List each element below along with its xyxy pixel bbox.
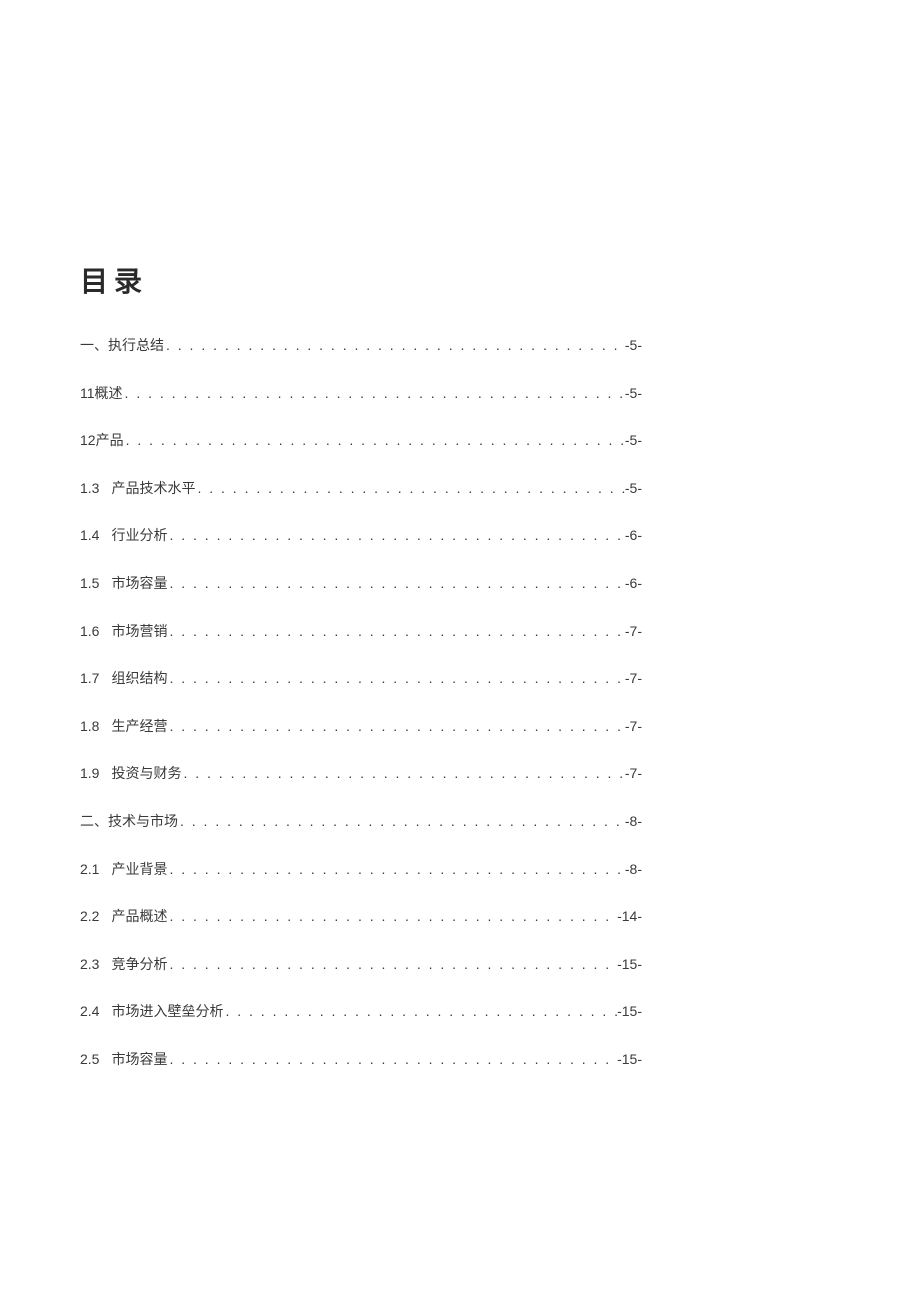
toc-entry-page: -15-	[617, 1050, 642, 1070]
toc-entry-label: 产业背景	[111, 860, 167, 880]
toc-entry-number: 12	[80, 431, 96, 451]
toc-leader-dots	[167, 1050, 617, 1070]
toc-entry: 1.9 投资与财务 -7-	[80, 764, 642, 784]
toc-entry-page: -5-	[625, 336, 642, 356]
toc-entry: 11 概述 -5-	[80, 384, 642, 404]
toc-entry: 1.5 市场容量 -6-	[80, 574, 642, 594]
toc-entry-number: 1.4	[80, 526, 111, 546]
toc-entry-number: 2.3	[80, 955, 111, 975]
toc-entry: 2.4 市场进入壁垒分析 -15-	[80, 1002, 642, 1022]
toc-entry-number: 2.5	[80, 1050, 111, 1070]
toc-leader-dots	[167, 526, 624, 546]
toc-entry-number: 2.4	[80, 1002, 111, 1022]
toc-leader-dots	[123, 384, 625, 404]
toc-entry: 1.8 生产经营 -7-	[80, 717, 642, 737]
toc-entry-page: -5-	[625, 431, 642, 451]
toc-entry-page: -6-	[625, 574, 642, 594]
toc-entry-label: 市场营销	[111, 622, 167, 642]
toc-entry: 一、 执行总结 -5-	[80, 336, 642, 356]
toc-entry-label: 行业分析	[111, 526, 167, 546]
toc-entry-label: 技术与市场	[108, 812, 178, 832]
toc-entry-page: -5-	[625, 479, 642, 499]
toc-entry-page: -8-	[625, 812, 642, 832]
toc-entry-label: 投资与财务	[111, 764, 181, 784]
toc-entry-page: -8-	[625, 860, 642, 880]
toc-leader-dots	[167, 907, 617, 927]
toc-entry: 二、 技术与市场 -8-	[80, 812, 642, 832]
toc-entry-number: 1.6	[80, 622, 111, 642]
toc-leader-dots	[167, 669, 624, 689]
toc-entry-label: 市场进入壁垒分析	[111, 1002, 223, 1022]
toc-entry-label: 市场容量	[111, 574, 167, 594]
toc-leader-dots	[167, 955, 617, 975]
toc-entry-page: -15-	[617, 1002, 642, 1022]
toc-entry-label: 市场容量	[111, 1050, 167, 1070]
toc-entry-page: -7-	[625, 669, 642, 689]
toc-entry-number: 1.9	[80, 764, 111, 784]
toc-leader-dots	[195, 479, 624, 499]
toc-entry-label: 产品概述	[111, 907, 167, 927]
toc-entry-number: 2.1	[80, 860, 111, 880]
toc-leader-dots	[124, 431, 625, 451]
toc-entry-number: 11	[80, 384, 95, 404]
toc-title: 目录	[80, 260, 840, 300]
toc-entry: 2.1 产业背景 -8-	[80, 860, 642, 880]
toc-leader-dots	[164, 336, 625, 356]
toc-entry: 1.4 行业分析 -6-	[80, 526, 642, 546]
toc-entry: 2.3 竞争分析 -15-	[80, 955, 642, 975]
toc-entry-page: -6-	[625, 526, 642, 546]
toc-leader-dots	[167, 622, 624, 642]
toc-entry-label: 产品	[96, 431, 124, 451]
toc-leader-dots	[167, 574, 624, 594]
toc-entry-page: -7-	[625, 717, 642, 737]
toc-entry-page: -5-	[625, 384, 642, 404]
toc-entry: 1.3 产品技术水平 -5-	[80, 479, 642, 499]
toc-leader-dots	[167, 717, 624, 737]
toc-entry: 12 产品 -5-	[80, 431, 642, 451]
toc-entry-number: 一、	[80, 336, 108, 356]
toc-entry-number: 2.2	[80, 907, 111, 927]
toc-entry-number: 1.3	[80, 479, 111, 499]
toc-entry: 1.6 市场营销 -7-	[80, 622, 642, 642]
toc-entry-page: -7-	[625, 622, 642, 642]
toc-entry: 1.7 组织结构 -7-	[80, 669, 642, 689]
toc-entry-label: 竞争分析	[111, 955, 167, 975]
toc-entry-number: 1.5	[80, 574, 111, 594]
toc-entry: 2.2 产品概述 -14-	[80, 907, 642, 927]
toc-leader-dots	[181, 764, 624, 784]
toc-entry-number: 1.7	[80, 669, 111, 689]
toc-entry-number: 二、	[80, 812, 108, 832]
toc-entry-label: 概述	[95, 384, 123, 404]
toc-leader-dots	[178, 812, 625, 832]
toc-entry-label: 组织结构	[111, 669, 167, 689]
toc-entry-number: 1.8	[80, 717, 111, 737]
toc-entry: 2.5 市场容量 -15-	[80, 1050, 642, 1070]
toc-leader-dots	[167, 860, 624, 880]
toc-entry-page: -14-	[617, 907, 642, 927]
toc-leader-dots	[223, 1002, 617, 1022]
toc-entry-label: 生产经营	[111, 717, 167, 737]
toc-list: 一、 执行总结 -5- 11 概述 -5- 12 产品 -5- 1.3 产品技术…	[80, 336, 642, 1070]
toc-entry-page: -7-	[625, 764, 642, 784]
toc-entry-label: 产品技术水平	[111, 479, 195, 499]
toc-entry-page: -15-	[617, 955, 642, 975]
toc-entry-label: 执行总结	[108, 336, 164, 356]
